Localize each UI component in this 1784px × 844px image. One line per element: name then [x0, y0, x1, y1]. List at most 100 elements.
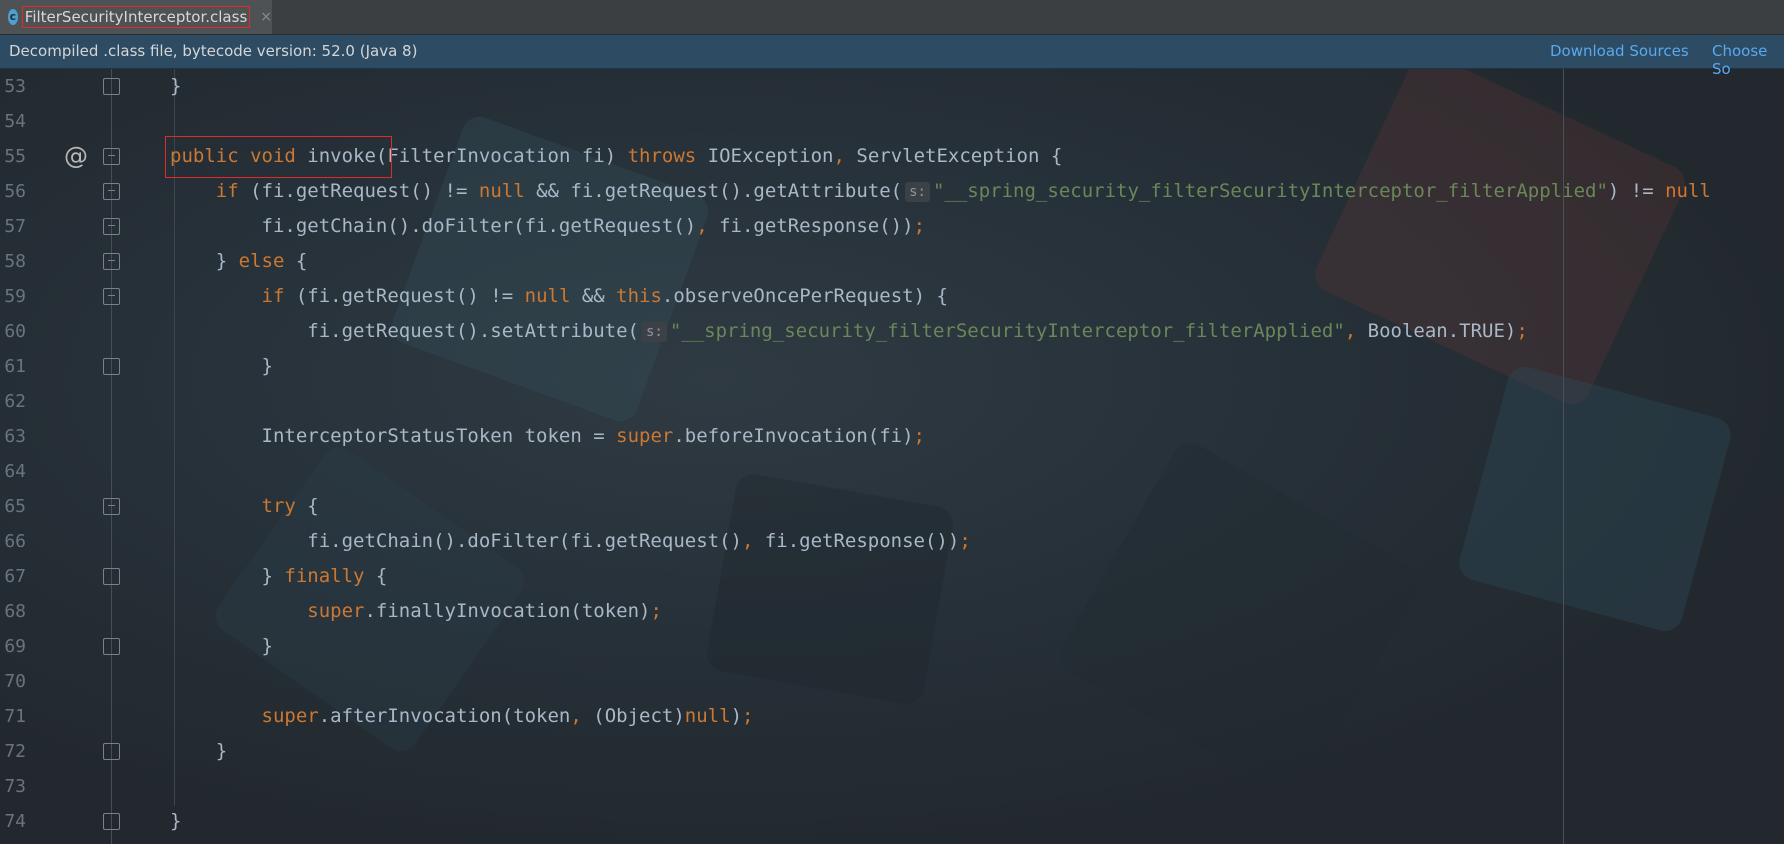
code-token: throws — [627, 145, 708, 167]
fold-end-icon[interactable] — [103, 638, 120, 655]
code-token: ; — [913, 215, 926, 237]
fold-collapse-icon[interactable] — [103, 288, 120, 305]
code-line[interactable]: 62 — [0, 384, 1784, 419]
line-number[interactable]: 61 — [0, 349, 26, 384]
line-number[interactable]: 73 — [0, 769, 26, 804]
code-token: try — [261, 495, 308, 517]
line-number[interactable]: 55 — [0, 139, 26, 174]
code-text[interactable]: super.afterInvocation(token, (Object)nul… — [170, 699, 754, 734]
fold-collapse-icon[interactable] — [103, 253, 120, 270]
code-line[interactable]: 54 — [0, 104, 1784, 139]
code-text[interactable]: fi.getChain().doFilter(fi.getRequest(), … — [170, 524, 971, 559]
line-number[interactable]: 66 — [0, 524, 26, 559]
line-number[interactable]: 71 — [0, 699, 26, 734]
line-number[interactable]: 58 — [0, 244, 26, 279]
code-text[interactable]: } — [170, 349, 273, 384]
code-token: ; — [742, 705, 754, 727]
code-token: { — [307, 495, 319, 517]
code-editor[interactable]: 53} 54 55 @ public void invoke(FilterInvocat… — [0, 69, 1784, 844]
code-line[interactable]: 53} — [0, 69, 1784, 104]
code-line[interactable]: 63 InterceptorStatusToken token = super.… — [0, 419, 1784, 454]
code-token: } — [170, 565, 285, 587]
line-number[interactable]: 62 — [0, 384, 26, 419]
line-number[interactable]: 54 — [0, 104, 26, 139]
code-line[interactable]: 58 } else { — [0, 244, 1784, 279]
fold-collapse-icon[interactable] — [103, 148, 120, 165]
code-line[interactable]: 65 try { — [0, 489, 1784, 524]
code-token: null — [524, 285, 582, 307]
code-line[interactable]: 64 — [0, 454, 1784, 489]
code-text[interactable]: if (fi.getRequest() != null && fi.getReq… — [170, 174, 1711, 209]
code-token: .afterInvocation(token — [318, 705, 571, 727]
code-text[interactable]: fi.getRequest().setAttribute(s: "__spring… — [170, 314, 1528, 349]
code-line[interactable]: 59 if (fi.getRequest() != null && this.o… — [0, 279, 1784, 314]
code-token: if — [261, 285, 296, 307]
fold-collapse-icon[interactable] — [103, 183, 120, 200]
fold-end-icon[interactable] — [103, 743, 120, 760]
code-text[interactable]: fi.getChain().doFilter(fi.getRequest(), … — [170, 209, 926, 244]
code-text[interactable]: InterceptorStatusToken token = super.bef… — [170, 419, 926, 454]
fold-end-icon[interactable] — [103, 358, 120, 375]
code-line[interactable]: 66 fi.getChain().doFilter(fi.getRequest(… — [0, 524, 1784, 559]
line-number[interactable]: 67 — [0, 559, 26, 594]
code-text[interactable]: } — [170, 804, 181, 839]
code-text[interactable]: } — [170, 629, 273, 664]
fold-collapse-icon[interactable] — [103, 498, 120, 515]
tab-filter-security-interceptor[interactable]: c FilterSecurityInterceptor.class × — [0, 0, 272, 34]
code-token: .observeOncePerRequest) { — [661, 285, 948, 307]
code-line[interactable]: 56 if (fi.getRequest() != null && fi.get… — [0, 174, 1784, 209]
line-number[interactable]: 69 — [0, 629, 26, 664]
code-token: Boolean.TRUE) — [1367, 320, 1517, 342]
code-text[interactable]: try { — [170, 489, 319, 524]
code-line[interactable]: 71 super.afterInvocation(token, (Object)… — [0, 699, 1784, 734]
line-number[interactable]: 63 — [0, 419, 26, 454]
line-number[interactable]: 74 — [0, 804, 26, 839]
code-line[interactable]: 57 fi.getChain().doFilter(fi.getRequest(… — [0, 209, 1784, 244]
line-number[interactable]: 70 — [0, 664, 26, 699]
code-text[interactable]: } else { — [170, 244, 308, 279]
line-number[interactable]: 64 — [0, 454, 26, 489]
code-text[interactable]: super.finallyInvocation(token); — [170, 594, 662, 629]
line-number[interactable]: 57 — [0, 209, 26, 244]
override-annotation-icon[interactable]: @ — [64, 139, 88, 174]
code-line[interactable]: 68 super.finallyInvocation(token); — [0, 594, 1784, 629]
code-line[interactable]: 69 } — [0, 629, 1784, 664]
fold-end-icon[interactable] — [103, 78, 120, 95]
line-number[interactable]: 53 — [0, 69, 26, 104]
download-sources-link[interactable]: Download Sources — [1550, 42, 1689, 60]
code-line[interactable]: 60 fi.getRequest().setAttribute(s: "__spr… — [0, 314, 1784, 349]
code-text[interactable]: if (fi.getRequest() != null && this.obse… — [170, 279, 948, 314]
code-line[interactable]: 67 } finally { — [0, 559, 1784, 594]
code-line[interactable]: 74} — [0, 804, 1784, 839]
code-token: fi.getResponse()) — [764, 530, 960, 552]
code-token: .beforeInvocation(fi) — [673, 425, 914, 447]
code-line[interactable]: 70 — [0, 664, 1784, 699]
code-token: } — [170, 355, 273, 377]
line-number[interactable]: 56 — [0, 174, 26, 209]
code-token: .finallyInvocation(token) — [364, 600, 651, 622]
code-line[interactable]: 72 } — [0, 734, 1784, 769]
line-number[interactable]: 60 — [0, 314, 26, 349]
code-token: { — [295, 250, 308, 272]
line-number[interactable]: 72 — [0, 734, 26, 769]
parameter-hint: s: — [905, 181, 930, 202]
code-text[interactable]: } — [170, 734, 227, 769]
fold-collapse-icon[interactable] — [103, 218, 120, 235]
code-token: ) != — [1607, 180, 1666, 202]
code-line[interactable]: 61 } — [0, 349, 1784, 384]
line-number[interactable]: 59 — [0, 279, 26, 314]
close-icon[interactable]: × — [260, 9, 272, 25]
line-number[interactable]: 65 — [0, 489, 26, 524]
line-number[interactable]: 68 — [0, 594, 26, 629]
code-text[interactable]: } finally { — [170, 559, 388, 594]
code-token: fi.getResponse()) — [719, 215, 914, 237]
fold-end-icon[interactable] — [103, 813, 120, 830]
fold-end-icon[interactable] — [103, 568, 120, 585]
code-text[interactable]: } — [170, 69, 181, 104]
code-token: if — [215, 180, 251, 202]
code-token: } — [170, 740, 228, 762]
code-token: } — [170, 635, 273, 657]
code-token: else — [238, 250, 296, 272]
code-line[interactable]: 73 — [0, 769, 1784, 804]
